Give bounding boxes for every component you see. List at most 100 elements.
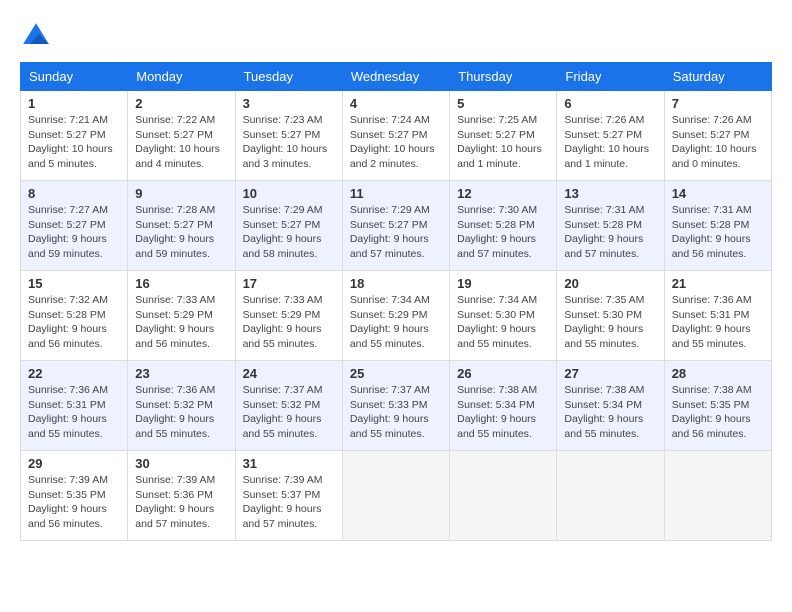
day-info: Sunrise: 7:23 AMSunset: 5:27 PMDaylight:… — [243, 113, 335, 172]
calendar-table: SundayMondayTuesdayWednesdayThursdayFrid… — [20, 62, 772, 541]
calendar-cell: 24Sunrise: 7:37 AMSunset: 5:32 PMDayligh… — [235, 361, 342, 451]
day-info: Sunrise: 7:39 AMSunset: 5:35 PMDaylight:… — [28, 473, 120, 532]
header-row: SundayMondayTuesdayWednesdayThursdayFrid… — [21, 63, 772, 91]
day-number: 21 — [672, 276, 764, 291]
calendar-cell: 12Sunrise: 7:30 AMSunset: 5:28 PMDayligh… — [450, 181, 557, 271]
calendar-cell — [342, 451, 449, 541]
day-number: 25 — [350, 366, 442, 381]
calendar-cell: 2 Sunrise: 7:22 AMSunset: 5:27 PMDaylight… — [128, 91, 235, 181]
calendar-cell: 25 Sunrise: 7:37 AMSunset: 5:33 PMDayligh… — [342, 361, 449, 451]
day-info: Sunrise: 7:24 AMSunset: 5:27 PMDaylight:… — [350, 113, 442, 172]
calendar-cell: 19 Sunrise: 7:34 AMSunset: 5:30 PMDayligh… — [450, 271, 557, 361]
day-info: Sunrise: 7:36 AMSunset: 5:32 PMDaylight:… — [135, 383, 227, 442]
calendar-cell: 13 Sunrise: 7:31 AMSunset: 5:28 PMDayligh… — [557, 181, 664, 271]
day-number: 26 — [457, 366, 549, 381]
day-number: 29 — [28, 456, 120, 471]
day-number: 18 — [350, 276, 442, 291]
day-info: Sunrise: 7:38 AMSunset: 5:34 PMDaylight:… — [457, 383, 549, 442]
header-day-saturday: Saturday — [664, 63, 771, 91]
day-number: 10 — [243, 186, 335, 201]
day-info: Sunrise: 7:21 AMSunset: 5:27 PMDaylight:… — [28, 113, 120, 172]
calendar-cell — [664, 451, 771, 541]
day-info: Sunrise: 7:39 AMSunset: 5:37 PMDaylight:… — [243, 473, 335, 532]
logo-icon — [20, 20, 52, 52]
header-day-sunday: Sunday — [21, 63, 128, 91]
calendar-cell — [450, 451, 557, 541]
day-number: 2 — [135, 96, 227, 111]
calendar-cell — [557, 451, 664, 541]
week-row-1: 1 Sunrise: 7:21 AMSunset: 5:27 PMDaylight… — [21, 91, 772, 181]
day-number: 24 — [243, 366, 335, 381]
header-day-friday: Friday — [557, 63, 664, 91]
calendar-cell: 7 Sunrise: 7:26 AMSunset: 5:27 PMDaylight… — [664, 91, 771, 181]
day-number: 31 — [243, 456, 335, 471]
day-info: Sunrise: 7:36 AMSunset: 5:31 PMDaylight:… — [672, 293, 764, 352]
day-info: Sunrise: 7:28 AMSunset: 5:27 PMDaylight:… — [135, 203, 227, 262]
calendar-cell: 20Sunrise: 7:35 AMSunset: 5:30 PMDayligh… — [557, 271, 664, 361]
day-info: Sunrise: 7:39 AMSunset: 5:36 PMDaylight:… — [135, 473, 227, 532]
day-number: 4 — [350, 96, 442, 111]
calendar-cell: 16Sunrise: 7:33 AMSunset: 5:29 PMDayligh… — [128, 271, 235, 361]
day-info: Sunrise: 7:36 AMSunset: 5:31 PMDaylight:… — [28, 383, 120, 442]
header-day-monday: Monday — [128, 63, 235, 91]
header-day-tuesday: Tuesday — [235, 63, 342, 91]
calendar-cell: 8 Sunrise: 7:27 AMSunset: 5:27 PMDaylight… — [21, 181, 128, 271]
day-info: Sunrise: 7:32 AMSunset: 5:28 PMDaylight:… — [28, 293, 120, 352]
day-number: 5 — [457, 96, 549, 111]
calendar-cell: 3 Sunrise: 7:23 AMSunset: 5:27 PMDaylight… — [235, 91, 342, 181]
day-number: 22 — [28, 366, 120, 381]
week-row-4: 22 Sunrise: 7:36 AMSunset: 5:31 PMDayligh… — [21, 361, 772, 451]
day-info: Sunrise: 7:34 AMSunset: 5:29 PMDaylight:… — [350, 293, 442, 352]
day-info: Sunrise: 7:25 AMSunset: 5:27 PMDaylight:… — [457, 113, 549, 172]
calendar-cell: 10Sunrise: 7:29 AMSunset: 5:27 PMDayligh… — [235, 181, 342, 271]
calendar-cell: 14Sunrise: 7:31 AMSunset: 5:28 PMDayligh… — [664, 181, 771, 271]
day-number: 3 — [243, 96, 335, 111]
day-number: 30 — [135, 456, 227, 471]
day-info: Sunrise: 7:31 AMSunset: 5:28 PMDaylight:… — [564, 203, 656, 262]
logo — [20, 20, 56, 52]
day-info: Sunrise: 7:29 AMSunset: 5:27 PMDaylight:… — [350, 203, 442, 262]
day-number: 28 — [672, 366, 764, 381]
day-number: 1 — [28, 96, 120, 111]
day-info: Sunrise: 7:27 AMSunset: 5:27 PMDaylight:… — [28, 203, 120, 262]
day-number: 19 — [457, 276, 549, 291]
day-number: 20 — [564, 276, 656, 291]
day-info: Sunrise: 7:26 AMSunset: 5:27 PMDaylight:… — [564, 113, 656, 172]
calendar-cell: 18 Sunrise: 7:34 AMSunset: 5:29 PMDayligh… — [342, 271, 449, 361]
calendar-cell: 15Sunrise: 7:32 AMSunset: 5:28 PMDayligh… — [21, 271, 128, 361]
week-row-2: 8 Sunrise: 7:27 AMSunset: 5:27 PMDaylight… — [21, 181, 772, 271]
calendar-cell: 30 Sunrise: 7:39 AMSunset: 5:36 PMDayligh… — [128, 451, 235, 541]
calendar-cell: 27Sunrise: 7:38 AMSunset: 5:34 PMDayligh… — [557, 361, 664, 451]
calendar-cell: 17 Sunrise: 7:33 AMSunset: 5:29 PMDayligh… — [235, 271, 342, 361]
day-number: 14 — [672, 186, 764, 201]
header-day-wednesday: Wednesday — [342, 63, 449, 91]
day-number: 16 — [135, 276, 227, 291]
calendar-cell: 26 Sunrise: 7:38 AMSunset: 5:34 PMDayligh… — [450, 361, 557, 451]
day-info: Sunrise: 7:34 AMSunset: 5:30 PMDaylight:… — [457, 293, 549, 352]
day-number: 13 — [564, 186, 656, 201]
day-number: 23 — [135, 366, 227, 381]
calendar-cell: 31 Sunrise: 7:39 AMSunset: 5:37 PMDayligh… — [235, 451, 342, 541]
day-number: 17 — [243, 276, 335, 291]
week-row-3: 15Sunrise: 7:32 AMSunset: 5:28 PMDayligh… — [21, 271, 772, 361]
day-info: Sunrise: 7:22 AMSunset: 5:27 PMDaylight:… — [135, 113, 227, 172]
day-info: Sunrise: 7:26 AMSunset: 5:27 PMDaylight:… — [672, 113, 764, 172]
day-number: 8 — [28, 186, 120, 201]
day-info: Sunrise: 7:33 AMSunset: 5:29 PMDaylight:… — [243, 293, 335, 352]
day-info: Sunrise: 7:37 AMSunset: 5:33 PMDaylight:… — [350, 383, 442, 442]
header-day-thursday: Thursday — [450, 63, 557, 91]
day-number: 9 — [135, 186, 227, 201]
calendar-cell: 23 Sunrise: 7:36 AMSunset: 5:32 PMDayligh… — [128, 361, 235, 451]
calendar-cell: 28Sunrise: 7:38 AMSunset: 5:35 PMDayligh… — [664, 361, 771, 451]
calendar-cell: 11 Sunrise: 7:29 AMSunset: 5:27 PMDayligh… — [342, 181, 449, 271]
day-number: 7 — [672, 96, 764, 111]
calendar-header: SundayMondayTuesdayWednesdayThursdayFrid… — [21, 63, 772, 91]
calendar-cell: 4 Sunrise: 7:24 AMSunset: 5:27 PMDaylight… — [342, 91, 449, 181]
day-info: Sunrise: 7:30 AMSunset: 5:28 PMDaylight:… — [457, 203, 549, 262]
day-number: 6 — [564, 96, 656, 111]
page-header — [20, 20, 772, 52]
day-number: 11 — [350, 186, 442, 201]
day-info: Sunrise: 7:38 AMSunset: 5:34 PMDaylight:… — [564, 383, 656, 442]
calendar-cell: 9 Sunrise: 7:28 AMSunset: 5:27 PMDaylight… — [128, 181, 235, 271]
calendar-cell: 22 Sunrise: 7:36 AMSunset: 5:31 PMDayligh… — [21, 361, 128, 451]
